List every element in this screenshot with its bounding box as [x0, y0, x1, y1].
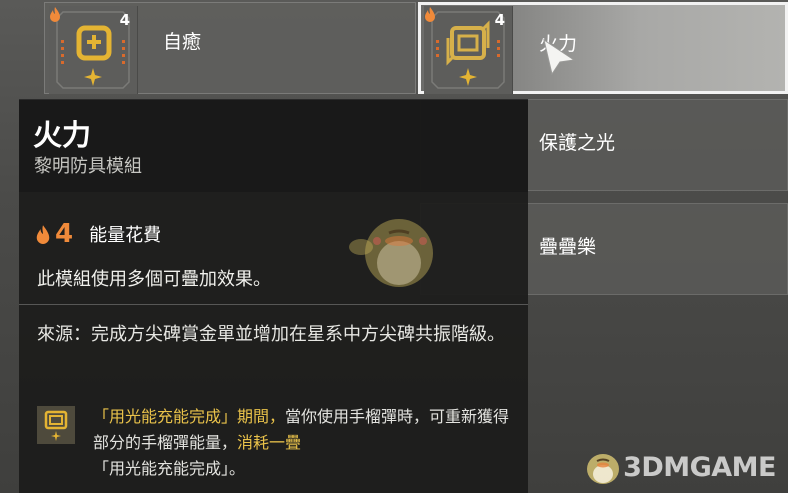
perk-text: 「用光能充能完成」。	[93, 459, 246, 478]
tooltip-subtitle: 黎明防具模組	[34, 156, 142, 177]
mod-tooltip: 火力 黎明防具模組 4 能量花費 此模組使用多個可疊加效果。 來源：完成方尖碑賞…	[19, 99, 528, 493]
flame-icon	[425, 7, 435, 22]
mod-slot-firepower[interactable]: 4 火力	[418, 2, 788, 94]
tooltip-description: 此模組使用多個可疊加效果。	[37, 269, 271, 290]
firepower-mod-icon: 4	[424, 6, 513, 94]
tooltip-title: 火力	[33, 118, 92, 152]
flame-icon	[50, 7, 60, 22]
mod-name: 自癒	[163, 31, 202, 53]
energy-cost: 4 能量花費	[35, 219, 161, 249]
mod-cost: 4	[119, 11, 130, 29]
watermark-bird-icon	[587, 454, 620, 484]
mascot-bird-icon	[349, 219, 433, 287]
self-heal-mod-icon: 4	[49, 6, 138, 94]
divider	[19, 304, 528, 305]
tooltip-source: 來源：完成方尖碑賞金單並增加在星系中方尖碑共振階級。	[37, 324, 505, 345]
perk-text-highlight: 「用光能充能完成」期間，	[93, 407, 286, 426]
flame-icon	[36, 225, 50, 244]
mod-name: 疊疊樂	[539, 236, 597, 258]
cursor-icon	[543, 38, 576, 76]
watermark: 3DMGAME	[581, 447, 776, 487]
tooltip-header: 火力 黎明防具模組	[19, 99, 528, 192]
watermark-text: 3DMGAME	[623, 451, 776, 483]
energy-cost-label: 能量花費	[89, 225, 162, 246]
mod-name: 保護之光	[539, 132, 616, 154]
perk-icon	[37, 406, 75, 444]
energy-cost-value: 4	[55, 219, 74, 249]
mod-slot-self-heal[interactable]: 4 自癒	[44, 2, 416, 94]
perk-text-highlight: 消耗一疊	[237, 433, 302, 452]
mod-cost: 4	[494, 11, 505, 29]
perk-description: 「用光能充能完成」期間，當你使用手榴彈時，可重新獲得部分的手榴彈能量，消耗一疊「…	[93, 404, 517, 482]
